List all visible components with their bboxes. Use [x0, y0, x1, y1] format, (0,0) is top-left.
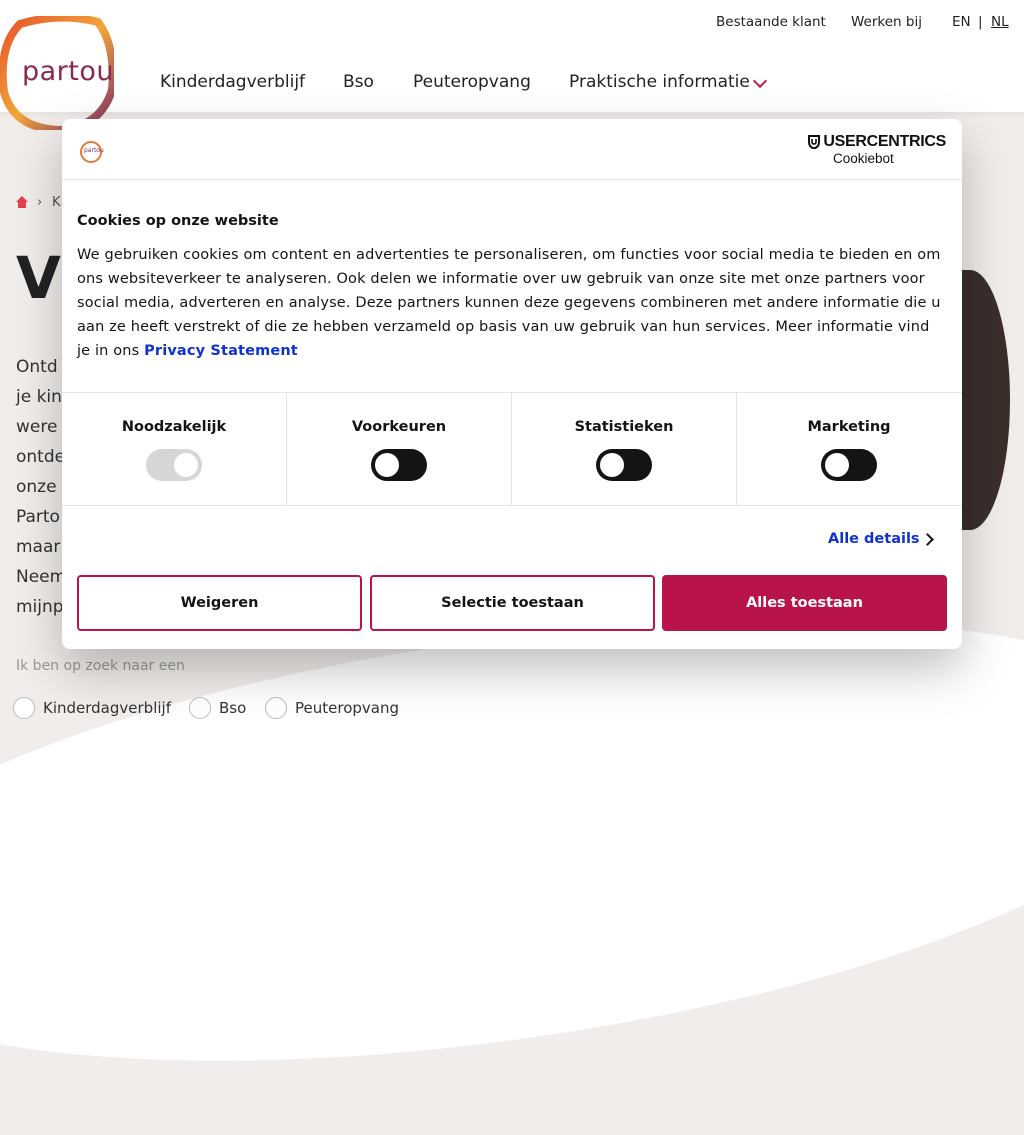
nav-peuteropvang[interactable]: Peuteropvang — [413, 72, 531, 92]
category-necessary: Noodzakelijk — [62, 393, 286, 505]
category-preferences: Voorkeuren — [287, 393, 511, 505]
privacy-statement-link[interactable]: Privacy Statement — [144, 343, 298, 359]
usercentrics-logo[interactable]: USERCENTRICS — [808, 133, 946, 151]
reject-button[interactable]: Weigeren — [77, 575, 362, 631]
radio-bso[interactable]: Bso — [189, 697, 246, 719]
chevron-right-icon[interactable] — [921, 533, 934, 546]
intro-line: were — [16, 417, 58, 437]
lang-en-link[interactable]: EN — [952, 14, 971, 30]
allow-selection-button[interactable]: Selectie toestaan — [370, 575, 655, 631]
statistics-toggle[interactable] — [596, 449, 652, 481]
intro-line: maar — [16, 537, 61, 557]
category-label: Marketing — [807, 419, 891, 435]
intro-line: mijnp — [16, 597, 64, 617]
intro-line: ontde — [16, 447, 66, 467]
radio-circle[interactable] — [13, 697, 35, 719]
marketing-toggle[interactable] — [821, 449, 877, 481]
nav-praktische-informatie[interactable]: Praktische informatie — [569, 72, 750, 92]
logo-text: partou — [22, 56, 115, 87]
home-icon[interactable] — [16, 196, 28, 208]
necessary-toggle — [146, 449, 202, 481]
intro-line: Ontd — [16, 357, 58, 377]
radio-circle[interactable] — [265, 697, 287, 719]
chevron-down-icon[interactable] — [752, 73, 768, 89]
cookie-consent-dialog: partou USERCENTRICS Cookiebot Cookies op… — [62, 119, 962, 649]
toggle-knob — [375, 453, 399, 477]
nav-kinderdagverblijf[interactable]: Kinderdagverblijf — [160, 72, 305, 92]
all-details-link[interactable]: Alle details — [828, 531, 920, 547]
allow-all-button[interactable]: Alles toestaan — [662, 575, 947, 631]
cookiebot-brand: Cookiebot — [833, 151, 894, 166]
intro-line: onze — [16, 477, 57, 497]
category-label: Statistieken — [574, 419, 674, 435]
breadcrumb-separator: › — [37, 195, 43, 210]
partou-small-logo: partou — [80, 141, 104, 163]
radio-label: Kinderdagverblijf — [43, 699, 171, 717]
careers-link[interactable]: Werken bij — [851, 14, 922, 30]
category-statistics: Statistieken — [512, 393, 736, 505]
existing-customer-link[interactable]: Bestaande klant — [716, 14, 826, 30]
nav-bso[interactable]: Bso — [343, 72, 374, 92]
page-title: V — [16, 244, 61, 312]
radio-circle[interactable] — [189, 697, 211, 719]
preferences-toggle[interactable] — [371, 449, 427, 481]
divider — [62, 179, 962, 180]
radio-label: Peuteropvang — [295, 699, 399, 717]
divider — [62, 505, 962, 506]
intro-line: Parto — [16, 507, 60, 527]
lang-nl-link[interactable]: NL — [991, 14, 1009, 30]
category-label: Noodzakelijk — [121, 419, 227, 435]
toggle-knob — [825, 453, 849, 477]
toggle-knob — [174, 453, 198, 477]
category-label: Voorkeuren — [351, 419, 447, 435]
breadcrumb-item[interactable]: K — [52, 195, 61, 210]
toggle-knob — [600, 453, 624, 477]
radio-label: Bso — [219, 699, 247, 717]
lang-separator: | — [978, 14, 983, 30]
intro-line: Neem — [16, 567, 67, 587]
shield-icon — [808, 135, 821, 149]
search-label: Ik ben op zoek naar een — [16, 658, 185, 674]
dialog-title: Cookies op onze website — [77, 213, 279, 229]
dialog-body: We gebruiken cookies om content en adver… — [77, 243, 947, 363]
radio-peuteropvang[interactable]: Peuteropvang — [265, 697, 399, 719]
site-header: partou Bestaande klant Werken bij EN | N… — [0, 0, 1024, 130]
category-marketing: Marketing — [737, 393, 961, 505]
intro-line: je kin — [16, 387, 62, 407]
radio-kinderdagverblijf[interactable]: Kinderdagverblijf — [13, 697, 171, 719]
usercentrics-brand: USERCENTRICS — [823, 133, 946, 150]
